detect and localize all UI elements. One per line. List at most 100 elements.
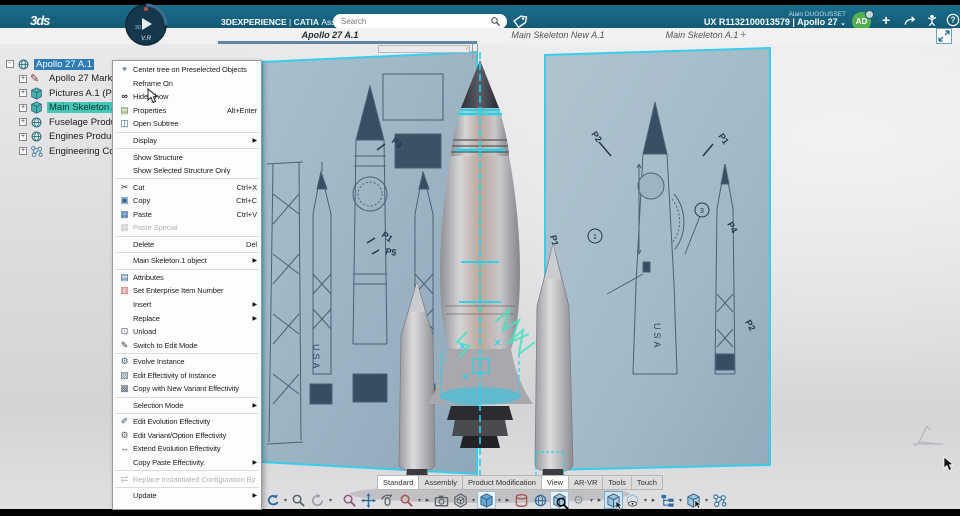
globe-settings-button[interactable] bbox=[531, 491, 550, 509]
menu-item-copy[interactable]: ▣ Copy Ctrl+C bbox=[113, 194, 261, 208]
menu-item-main-skeleton-object[interactable]: Main Skeleton.1 object ▶ bbox=[113, 254, 261, 268]
3d-compass[interactable]: V.R 3D bbox=[124, 3, 168, 47]
menu-item-attributes[interactable]: ▤ Attributes bbox=[113, 271, 261, 285]
expand-toggle[interactable]: + bbox=[19, 74, 27, 83]
menu-item-edit-effectivity-of-instance[interactable]: ▨ Edit Effectivity of Instance bbox=[113, 368, 261, 382]
zoom-button[interactable] bbox=[340, 491, 359, 509]
menu-item-reframe-on[interactable]: Reframe On bbox=[113, 77, 261, 91]
svg-text:3D: 3D bbox=[135, 25, 142, 31]
hide-caret[interactable]: ▾ bbox=[642, 497, 649, 504]
undo-button[interactable] bbox=[263, 491, 282, 509]
menu-item-unload[interactable]: ⊡ Unload bbox=[113, 325, 261, 339]
zoom-area-button[interactable] bbox=[289, 491, 308, 509]
blueprint-plane-right[interactable]: 1 3 P2 P1 P4 P1 P2 USA bbox=[544, 46, 771, 472]
menu-item-hide-show[interactable]: ∞Hide/Show bbox=[113, 90, 261, 104]
collapse-toggle[interactable]: - bbox=[6, 60, 14, 69]
menu-item-replace[interactable]: Replace ▶ bbox=[113, 311, 261, 325]
rotate-button[interactable] bbox=[378, 491, 397, 509]
undo-caret[interactable]: ▾ bbox=[282, 497, 289, 504]
settings-gear-icon[interactable]: ⚙ bbox=[569, 491, 588, 509]
toolbar-expand-arrow3[interactable]: ▸ bbox=[595, 496, 604, 504]
menu-item-insert[interactable]: Insert ▶ bbox=[113, 298, 261, 312]
expand-toggle[interactable]: + bbox=[19, 147, 27, 156]
menu-item-edit-variant-option-effectivity[interactable]: ⚙ Edit Variant/Option Effectivity bbox=[113, 429, 261, 443]
menu-item-selection-mode[interactable]: Selection Mode ▶ bbox=[113, 399, 261, 413]
menu-item-properties[interactable]: ▤ Properties Alt+Enter bbox=[113, 104, 261, 118]
isolate-cube-button[interactable] bbox=[684, 491, 703, 509]
user-context[interactable]: Alain DUGOUSSET UX R1132100013579 | Apol… bbox=[650, 11, 846, 28]
select-cube-button[interactable] bbox=[604, 491, 623, 509]
toolbar-expand-arrow[interactable]: ▸ bbox=[423, 496, 432, 504]
menu-item-cut[interactable]: ✂ Cut Ctrl+X bbox=[113, 180, 261, 194]
share-icon[interactable] bbox=[903, 14, 917, 27]
iso-caret[interactable]: ▾ bbox=[496, 497, 503, 504]
iso-view-button[interactable] bbox=[477, 491, 496, 509]
tree-node-label[interactable]: Apollo 27 A.1 bbox=[34, 58, 94, 70]
menu-item-extend-evolution-effectivity[interactable]: ↔ Extend Evolution Effectivity bbox=[113, 442, 261, 456]
representation-cube-icon bbox=[30, 87, 44, 100]
expand-toggle[interactable]: + bbox=[19, 103, 27, 112]
ribbon-tab-touch[interactable]: Touch bbox=[631, 475, 663, 490]
zoom-out-button[interactable] bbox=[397, 491, 416, 509]
menu-item-copy-paste-effectivity[interactable]: Copy Paste Effectivity. ▶ bbox=[113, 456, 261, 470]
menu-item-update[interactable]: Update ▶ bbox=[113, 489, 261, 503]
menu-item-open-subtree[interactable]: ◫ Open Subtree bbox=[113, 117, 261, 131]
panel-scrollbar[interactable]: ‹ bbox=[378, 45, 470, 53]
expand-toggle[interactable]: + bbox=[19, 132, 27, 141]
maximize-button[interactable] bbox=[936, 28, 952, 44]
ribbon-tab-tools[interactable]: Tools bbox=[603, 475, 632, 490]
tab-apollo-27[interactable]: Apollo 27 A.1 bbox=[302, 30, 359, 40]
search-bar[interactable] bbox=[333, 14, 507, 29]
expand-tree-button[interactable] bbox=[658, 491, 677, 509]
look-at-button[interactable] bbox=[550, 491, 569, 509]
refresh-caret[interactable]: ▾ bbox=[327, 497, 334, 504]
ribbon-tab-assembly[interactable]: Assembly bbox=[419, 475, 463, 490]
tab-main-skeleton[interactable]: Main Skeleton A.1 bbox=[666, 30, 739, 40]
menu-item-switch-to-edit-mode[interactable]: ✎ Switch to Edit Mode bbox=[113, 338, 261, 352]
ribbon-tab-ar-vr[interactable]: AR-VR bbox=[569, 475, 604, 490]
menu-item-paste[interactable]: ▦ Paste Ctrl+V bbox=[113, 207, 261, 221]
add-content-button[interactable]: + bbox=[882, 13, 890, 27]
ribbon-tab-product-modification[interactable]: Product Modification bbox=[462, 475, 542, 490]
toolbar-expand-arrow4[interactable]: ▸ bbox=[649, 496, 658, 504]
expand-toggle[interactable]: + bbox=[19, 118, 27, 127]
pan-button[interactable] bbox=[359, 491, 378, 509]
menu-item-show-structure[interactable]: Show Structure bbox=[113, 150, 261, 164]
tab-main-skeleton-new[interactable]: Main Skeleton New A.1 bbox=[511, 30, 604, 40]
workspace-selector[interactable]: UX R1132100013579 | Apollo 27 ⌄ bbox=[650, 17, 846, 28]
help-icon[interactable]: ? bbox=[946, 13, 960, 27]
search-input[interactable] bbox=[339, 16, 490, 27]
tree-caret[interactable]: ▾ bbox=[677, 497, 684, 504]
menu-item-set-enterprise-item-number[interactable]: ▥ Set Enterprise Item Number bbox=[113, 284, 261, 298]
refresh-button[interactable] bbox=[308, 491, 327, 509]
section-button[interactable] bbox=[512, 491, 531, 509]
views-caret[interactable]: ▾ bbox=[470, 497, 477, 504]
new-tab-button[interactable]: + bbox=[740, 29, 746, 41]
menu-item-center-tree[interactable]: ⌖ Center tree on Preselected Objects bbox=[113, 63, 261, 77]
3d-scene[interactable]: USA P3 P1 P5 1 3 P2 P1 P4 P1 P2 USA bbox=[255, 44, 960, 509]
menu-item-show-selected-structure[interactable]: Show Selected Structure Only bbox=[113, 164, 261, 178]
isolate-caret[interactable]: ▾ bbox=[703, 497, 710, 504]
collaboration-person-icon[interactable] bbox=[925, 13, 939, 27]
dassault-3ds-logo[interactable]: 3ds bbox=[30, 13, 50, 28]
zoom-caret[interactable]: ▾ bbox=[416, 497, 423, 504]
panel-splitter[interactable] bbox=[472, 44, 478, 59]
submenu-arrow-icon: ▶ bbox=[252, 402, 257, 409]
search-icon[interactable] bbox=[490, 16, 501, 27]
gear-caret[interactable]: ▾ bbox=[588, 497, 595, 504]
camera-capture-button[interactable] bbox=[432, 491, 451, 509]
menu-item-edit-evolution-effectivity[interactable]: ✐ Edit Evolution Effectivity bbox=[113, 415, 261, 429]
toolbar-expand-arrow2[interactable]: ▸ bbox=[503, 496, 512, 504]
menu-item-display[interactable]: Display ▶ bbox=[113, 134, 261, 148]
named-views-button[interactable] bbox=[451, 491, 470, 509]
network-browser-button[interactable] bbox=[710, 491, 729, 509]
scroll-left-arrow[interactable]: ‹ bbox=[466, 46, 468, 52]
ribbon-tab-standard[interactable]: Standard bbox=[377, 475, 420, 490]
ribbon-tab-view[interactable]: View bbox=[541, 475, 570, 490]
menu-item-copy-with-new-variant-effectivity[interactable]: ▩ Copy with New Variant Effectivity bbox=[113, 382, 261, 396]
hide-show-cube-button[interactable] bbox=[623, 491, 642, 509]
expand-toggle[interactable]: + bbox=[19, 89, 27, 98]
menu-item-evolve-instance[interactable]: ⚙ Evolve Instance bbox=[113, 355, 261, 369]
menu-separator bbox=[115, 148, 259, 150]
menu-item-delete[interactable]: Delete Del bbox=[113, 238, 261, 252]
